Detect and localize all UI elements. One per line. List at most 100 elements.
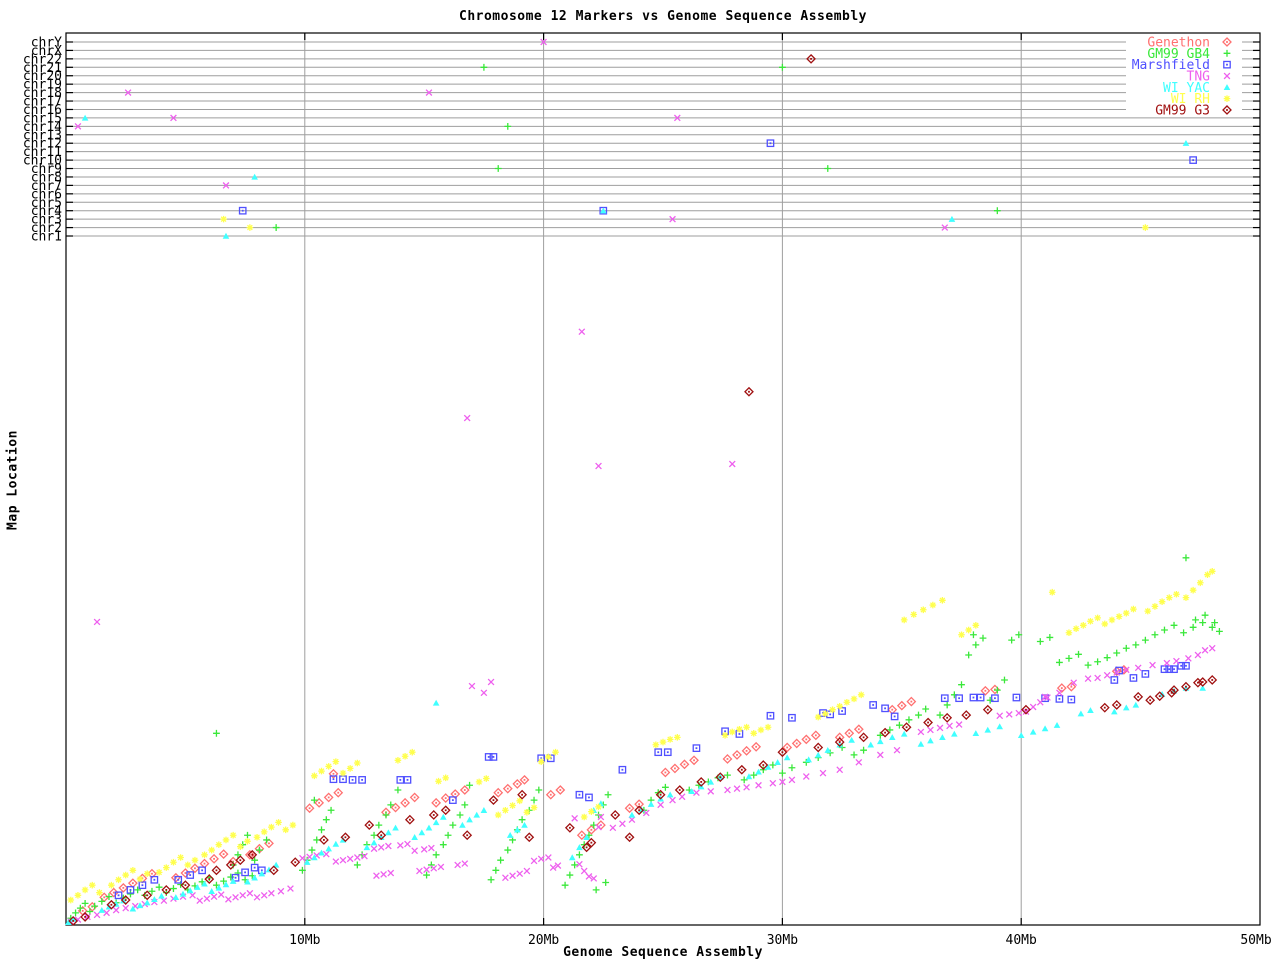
data-point: [273, 224, 280, 231]
data-point: [660, 739, 667, 746]
data-point: [930, 602, 937, 609]
chrom-label-chr1: chr1: [31, 230, 62, 245]
data-point: [333, 778, 335, 780]
data-point: [973, 622, 980, 629]
data-point: [784, 754, 791, 760]
data-point: [177, 879, 179, 881]
data-point: [877, 752, 883, 758]
data-point: [208, 888, 215, 894]
data-point: [402, 753, 409, 760]
data-point: [502, 807, 509, 814]
data-point: [805, 738, 807, 740]
data-point: [858, 692, 865, 699]
data-point: [906, 726, 908, 728]
data-point: [1164, 660, 1170, 666]
data-point: [1123, 645, 1130, 652]
data-point: [153, 879, 155, 881]
data-point: [426, 825, 433, 831]
data-point: [662, 784, 669, 791]
data-point: [481, 807, 488, 813]
data-point: [762, 764, 764, 766]
data-point: [392, 825, 399, 831]
data-point: [208, 878, 210, 880]
data-point: [581, 868, 587, 874]
data-point: [1037, 699, 1043, 705]
data-point: [679, 794, 685, 800]
data-point: [1204, 571, 1211, 578]
data-point: [1192, 617, 1199, 624]
data-point: [428, 845, 434, 851]
data-point: [273, 869, 275, 871]
data-point: [144, 870, 151, 877]
data-point: [1195, 652, 1201, 658]
data-point: [586, 846, 588, 848]
data-point: [1135, 665, 1141, 671]
data-point: [130, 867, 137, 874]
data-point: [588, 808, 595, 815]
data-point: [1137, 696, 1139, 698]
data-point: [638, 803, 640, 805]
data-point: [724, 772, 731, 779]
data-point: [889, 734, 896, 740]
data-point: [836, 703, 843, 710]
data-point: [201, 869, 203, 871]
data-point: [189, 874, 191, 876]
data-point: [1066, 655, 1073, 662]
data-point: [340, 770, 347, 777]
data-point: [381, 871, 387, 877]
data-point: [973, 730, 980, 736]
data-point: [822, 710, 829, 717]
data-point: [445, 832, 452, 839]
data-point: [115, 876, 122, 883]
data-point: [994, 687, 1001, 694]
data-point: [939, 597, 946, 604]
data-point: [473, 812, 480, 818]
data-point: [421, 847, 427, 853]
data-point: [674, 734, 681, 741]
data-point: [399, 779, 401, 781]
data-point: [440, 841, 447, 848]
data-point: [973, 697, 975, 699]
data-point: [1066, 629, 1073, 636]
data-point: [901, 705, 903, 707]
data-point: [354, 760, 361, 767]
data-point: [524, 809, 531, 816]
data-point: [1173, 591, 1180, 598]
data-point: [1180, 629, 1187, 636]
data-point: [510, 873, 516, 879]
data-point: [395, 787, 402, 794]
data-point: [237, 843, 244, 850]
data-point: [937, 725, 943, 731]
data-point: [770, 715, 772, 717]
data-point: [559, 789, 561, 791]
data-point: [103, 896, 105, 898]
data-point: [230, 864, 232, 866]
data-point: [261, 829, 268, 836]
data-point: [987, 697, 994, 704]
data-point: [817, 747, 819, 749]
data-point: [247, 890, 253, 896]
data-point: [667, 751, 669, 753]
data-point: [734, 786, 740, 792]
data-point: [906, 716, 913, 723]
data-point: [994, 697, 996, 699]
data-point: [1209, 568, 1216, 575]
data-point: [722, 732, 729, 739]
data-point: [1030, 704, 1036, 710]
data-point: [481, 690, 487, 696]
data-point: [725, 787, 731, 793]
data-point: [75, 892, 82, 899]
data-point: [493, 756, 495, 758]
data-point: [127, 891, 134, 898]
data-point: [750, 730, 757, 737]
data-point: [352, 779, 354, 781]
data-point: [1185, 655, 1191, 661]
data-point: [579, 794, 581, 796]
data-point: [531, 797, 538, 804]
data-point: [235, 870, 242, 877]
data-point: [829, 706, 836, 713]
data-point: [235, 851, 242, 858]
data-point: [254, 834, 261, 841]
data-point: [531, 804, 538, 811]
data-point: [1202, 681, 1204, 683]
